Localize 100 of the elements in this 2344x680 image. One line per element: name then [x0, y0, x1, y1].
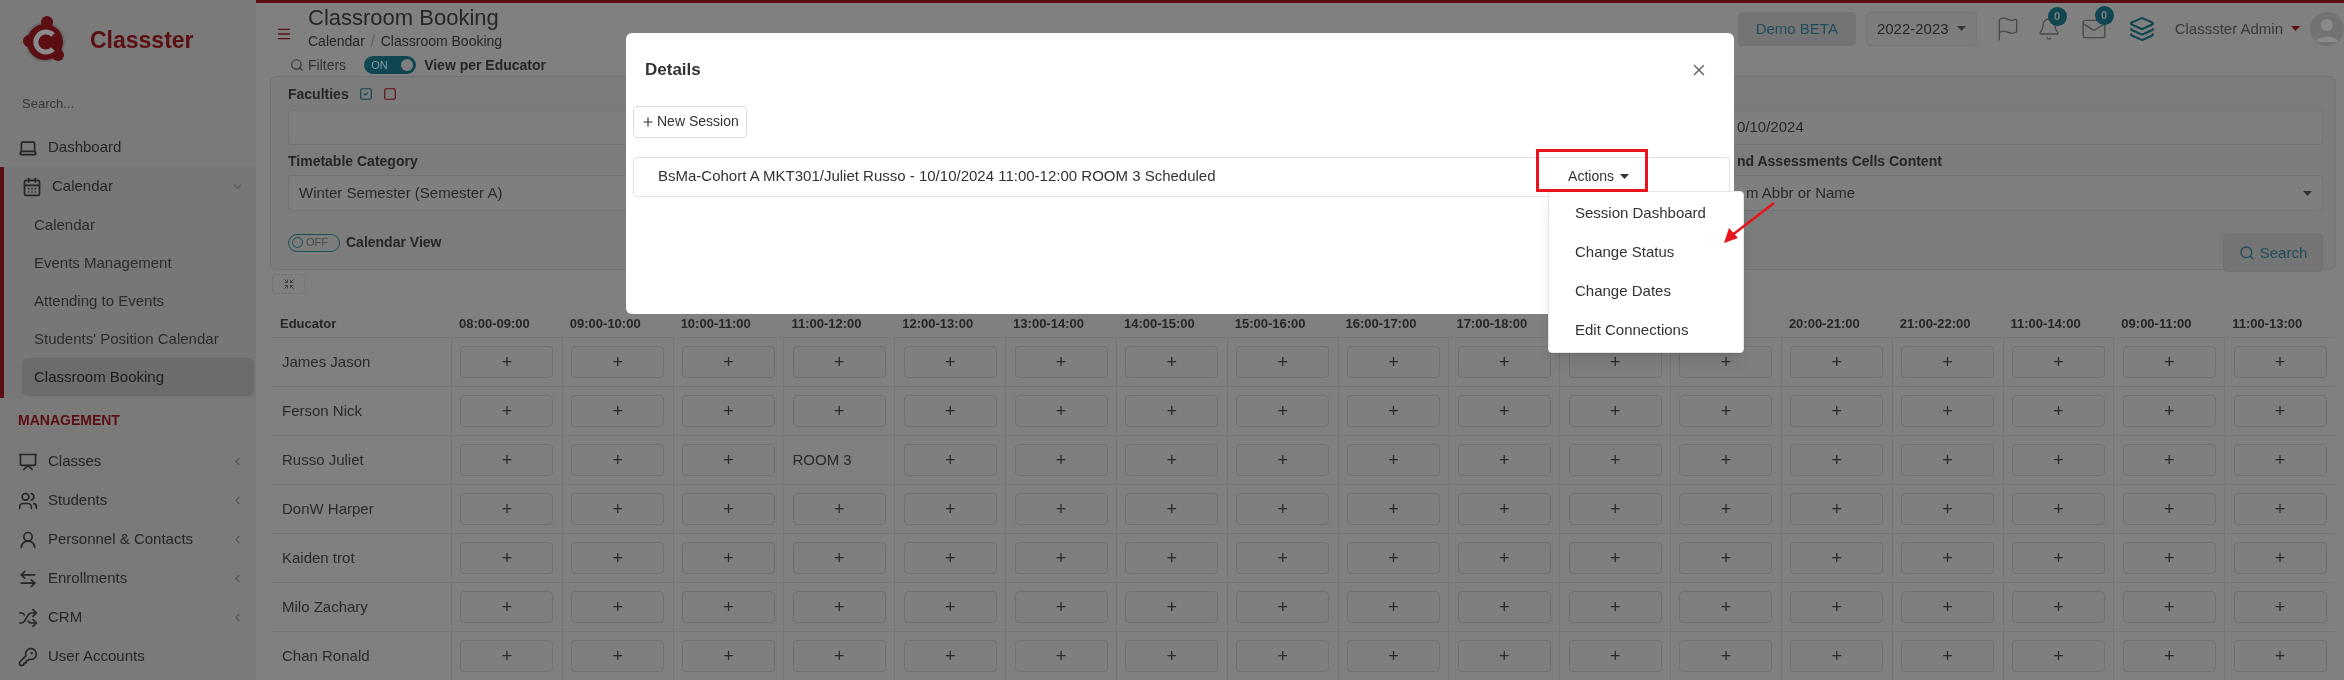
add-session-button[interactable]: +: [1568, 444, 1662, 476]
add-session-button[interactable]: +: [1125, 493, 1219, 525]
add-session-button[interactable]: +: [1236, 542, 1330, 574]
add-session-button[interactable]: +: [1236, 640, 1330, 672]
add-session-button[interactable]: +: [1347, 395, 1440, 427]
add-session-button[interactable]: +: [1347, 493, 1440, 525]
add-session-button[interactable]: +: [2233, 444, 2327, 476]
add-session-button[interactable]: +: [1236, 444, 1330, 476]
add-session-button[interactable]: +: [2011, 542, 2105, 574]
add-session-button[interactable]: +: [2233, 591, 2327, 623]
add-session-button[interactable]: +: [1901, 395, 1995, 427]
add-session-button[interactable]: +: [2122, 591, 2216, 623]
add-session-button[interactable]: +: [1790, 346, 1884, 378]
add-session-button[interactable]: +: [1457, 542, 1551, 574]
booking-label[interactable]: ROOM 3: [784, 448, 852, 472]
sidebar-item[interactable]: Enrollments: [0, 559, 256, 598]
add-session-button[interactable]: +: [1901, 444, 1995, 476]
add-session-button[interactable]: +: [1014, 395, 1108, 427]
add-session-button[interactable]: +: [2233, 346, 2327, 378]
deselect-icon[interactable]: [382, 87, 397, 102]
add-session-button[interactable]: +: [1679, 493, 1773, 525]
search-button[interactable]: Search: [2223, 234, 2323, 273]
add-session-button[interactable]: +: [682, 395, 776, 427]
add-session-button[interactable]: +: [1347, 591, 1440, 623]
add-session-button[interactable]: +: [2122, 640, 2216, 672]
add-session-button[interactable]: +: [682, 591, 776, 623]
add-session-button[interactable]: +: [571, 493, 665, 525]
add-session-button[interactable]: +: [1014, 444, 1108, 476]
add-session-button[interactable]: +: [2233, 542, 2327, 574]
add-session-button[interactable]: +: [460, 493, 554, 525]
sidebar-item[interactable]: Students: [0, 481, 256, 520]
add-session-button[interactable]: +: [1568, 395, 1662, 427]
add-session-button[interactable]: +: [1568, 640, 1662, 672]
add-session-button[interactable]: +: [682, 444, 776, 476]
add-session-button[interactable]: +: [1568, 591, 1662, 623]
add-session-button[interactable]: +: [1014, 493, 1108, 525]
sidebar-item[interactable]: User Accounts: [0, 637, 256, 676]
add-session-button[interactable]: +: [460, 591, 554, 623]
add-session-button[interactable]: +: [1236, 591, 1330, 623]
submenu-item[interactable]: Attending to Events: [22, 282, 254, 320]
add-session-button[interactable]: +: [903, 346, 997, 378]
add-session-button[interactable]: +: [1347, 640, 1440, 672]
add-session-button[interactable]: +: [460, 395, 554, 427]
add-session-button[interactable]: +: [903, 542, 997, 574]
add-session-button[interactable]: +: [1790, 444, 1884, 476]
add-session-button[interactable]: +: [1568, 493, 1662, 525]
add-session-button[interactable]: +: [2122, 395, 2216, 427]
add-session-button[interactable]: +: [682, 493, 776, 525]
menu-item[interactable]: Change Status: [1549, 233, 1743, 272]
add-session-button[interactable]: +: [792, 640, 886, 672]
add-session-button[interactable]: +: [571, 591, 665, 623]
add-session-button[interactable]: +: [1901, 493, 1995, 525]
add-session-button[interactable]: +: [1901, 346, 1995, 378]
add-session-button[interactable]: +: [1679, 591, 1773, 623]
submenu-item[interactable]: Events Management: [22, 244, 254, 282]
add-session-button[interactable]: +: [1125, 444, 1219, 476]
breadcrumb-link[interactable]: Calendar: [308, 31, 365, 53]
add-session-button[interactable]: +: [1790, 395, 1884, 427]
add-session-button[interactable]: +: [792, 542, 886, 574]
add-session-button[interactable]: +: [1457, 444, 1551, 476]
add-session-button[interactable]: +: [682, 346, 776, 378]
sidebar-item[interactable]: CRM: [0, 598, 256, 637]
add-session-button[interactable]: +: [2011, 493, 2105, 525]
add-session-button[interactable]: +: [1014, 542, 1108, 574]
add-session-button[interactable]: +: [460, 542, 554, 574]
sidebar-item[interactable]: Classes: [0, 442, 256, 481]
add-session-button[interactable]: +: [2122, 444, 2216, 476]
add-session-button[interactable]: +: [903, 395, 997, 427]
add-session-button[interactable]: +: [1347, 346, 1440, 378]
add-session-button[interactable]: +: [1347, 444, 1440, 476]
submenu-item[interactable]: Calendar: [22, 206, 254, 244]
add-session-button[interactable]: +: [2233, 640, 2327, 672]
add-session-button[interactable]: +: [1236, 395, 1330, 427]
add-session-button[interactable]: +: [571, 444, 665, 476]
add-session-button[interactable]: +: [571, 346, 665, 378]
add-session-button[interactable]: +: [1236, 493, 1330, 525]
add-session-button[interactable]: +: [1679, 444, 1773, 476]
add-session-button[interactable]: +: [1679, 395, 1773, 427]
add-session-button[interactable]: +: [2233, 493, 2327, 525]
layers-icon[interactable]: [2128, 15, 2155, 42]
add-session-button[interactable]: +: [460, 640, 554, 672]
add-session-button[interactable]: +: [1790, 542, 1884, 574]
add-session-button[interactable]: +: [2011, 444, 2105, 476]
add-session-button[interactable]: +: [571, 542, 665, 574]
add-session-button[interactable]: +: [1236, 346, 1330, 378]
add-session-button[interactable]: +: [792, 395, 886, 427]
add-session-button[interactable]: +: [1347, 542, 1440, 574]
collapse-button[interactable]: [272, 274, 305, 294]
add-session-button[interactable]: +: [1679, 542, 1773, 574]
add-session-button[interactable]: +: [571, 640, 665, 672]
submenu-item[interactable]: Classroom Booking: [22, 358, 254, 396]
sidebar-item[interactable]: Personnel & Contacts: [0, 520, 256, 559]
add-session-button[interactable]: +: [1125, 591, 1219, 623]
add-session-button[interactable]: +: [1790, 640, 1884, 672]
add-session-button[interactable]: +: [1014, 591, 1108, 623]
add-session-button[interactable]: +: [1014, 346, 1108, 378]
add-session-button[interactable]: +: [2011, 395, 2105, 427]
add-session-button[interactable]: +: [682, 542, 776, 574]
search-field[interactable]: Search...: [22, 90, 234, 116]
submenu-item[interactable]: Students' Position Calendar: [22, 320, 254, 358]
